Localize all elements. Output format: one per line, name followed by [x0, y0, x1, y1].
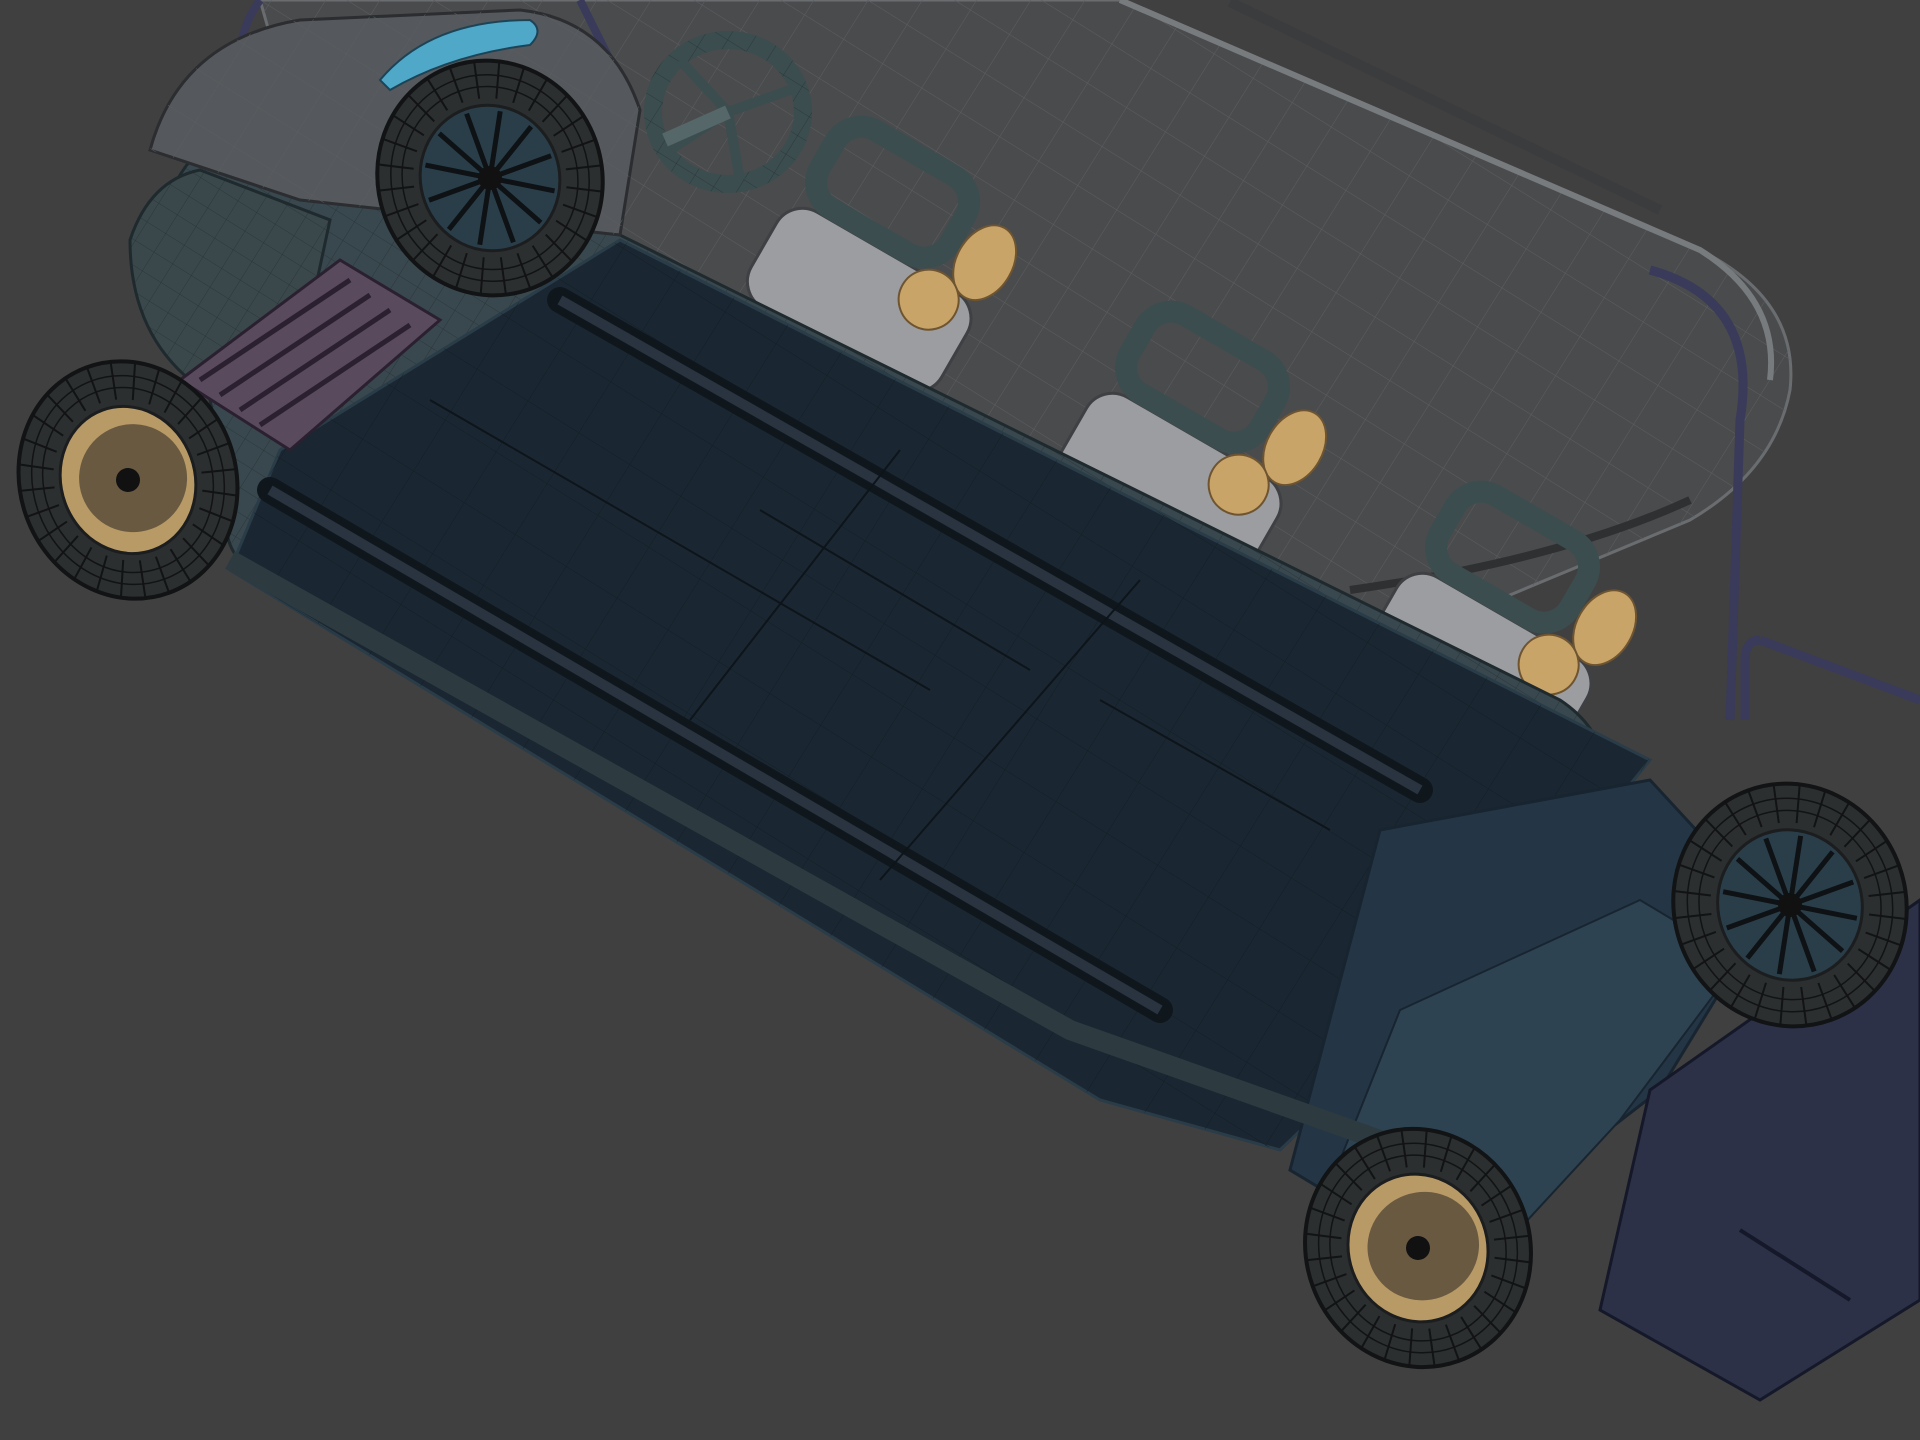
model-render: [16, 0, 1920, 1402]
3d-viewport[interactable]: [0, 0, 1920, 1440]
